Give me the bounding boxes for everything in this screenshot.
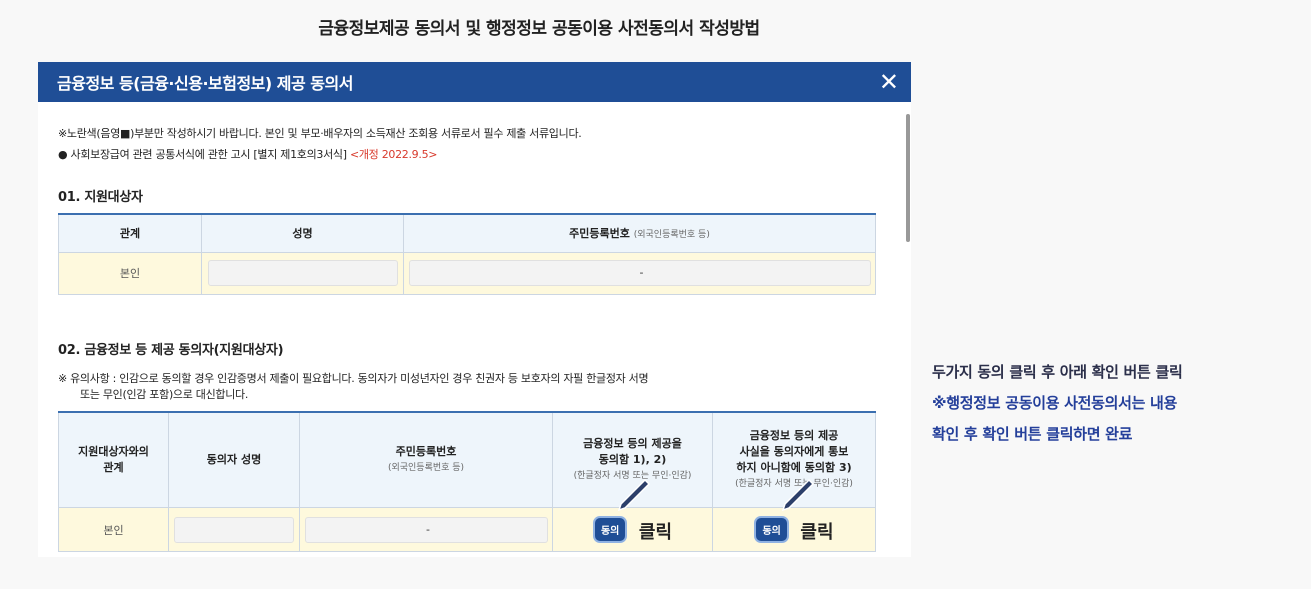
rrn-dash: - xyxy=(639,266,644,279)
modal-title: 금융정보 등(금융·신용·보험정보) 제공 동의서 xyxy=(57,74,353,93)
notice-law: ● 사회보장급여 관련 공통서식에 관한 고시 [별지 제1호의3서식] <개정… xyxy=(58,146,891,162)
modal-header: 금융정보 등(금융·신용·보험정보) 제공 동의서 ✕ xyxy=(38,62,911,102)
subject-table: 관계 성명 주민등록번호 (외국인등록번호 등) 본인 - xyxy=(58,213,876,295)
consent1-line2: 동의함 1), 2) xyxy=(598,452,667,466)
agree-provide-button[interactable]: 동의 xyxy=(592,515,628,543)
section2-title: 02. 금융정보 등 제공 동의자(지원대상자) xyxy=(58,342,284,358)
table-row: 본인 - xyxy=(58,251,876,295)
section1-title: 01. 지원대상자 xyxy=(58,190,143,205)
consent2-line2: 사실을 동의자에게 통보 xyxy=(739,444,849,458)
instruction-line1: 두가지 동의 클릭 후 아래 확인 버튼 클릭 xyxy=(932,363,1183,381)
consenter-name-input[interactable] xyxy=(174,516,294,543)
pen-cursor-icon xyxy=(617,478,651,512)
rrn-input[interactable]: - xyxy=(304,516,548,543)
page-heading: 금융정보제공 동의서 및 행정정보 공동이용 사전동의서 작성방법 xyxy=(318,19,760,39)
table-header-row: 관계 성명 주민등록번호 (외국인등록번호 등) xyxy=(58,213,876,253)
table-row: 본인 - 동의 클릭 동의 클릭 xyxy=(58,478,876,552)
name-cell xyxy=(201,251,404,295)
col-relation-line2: 관계 xyxy=(103,460,124,474)
consent-table: 지원대상자와의 관계 동의자 성명 주민등록번호 (외국인등록번호 등) 금융정… xyxy=(58,410,876,552)
close-icon[interactable]: ✕ xyxy=(879,70,899,94)
consent2-cell: 동의 클릭 xyxy=(712,478,876,552)
rrn-cell: - xyxy=(299,507,553,552)
scrollbar[interactable] xyxy=(906,114,910,242)
pen-cursor-icon xyxy=(781,478,815,512)
col-consenter-name: 동의자 성명 xyxy=(168,411,300,508)
col-rrn: 주민등록번호 (외국인등록번호 등) xyxy=(403,213,876,253)
consenter-name-cell xyxy=(168,507,300,552)
col-rrn-label: 주민등록번호 xyxy=(569,227,630,241)
col-name: 성명 xyxy=(201,213,404,253)
click-annotation: 클릭 xyxy=(800,521,834,543)
consent1-cell: 동의 클릭 xyxy=(552,478,713,552)
relation-cell: 본인 xyxy=(58,251,202,295)
consent-modal: 금융정보 등(금융·신용·보험정보) 제공 동의서 ✕ ※노란색(음영■)부분만… xyxy=(38,62,911,557)
relation-cell: 본인 xyxy=(58,507,169,552)
instruction-line3: 확인 후 확인 버튼 클릭하면 완료 xyxy=(932,425,1133,443)
caution-line2: 또는 무인(인감 포함)으로 대신합니다. xyxy=(80,387,249,401)
revision-date: <개정 2022.9.5> xyxy=(349,148,438,161)
col-relation: 지원대상자와의 관계 xyxy=(58,411,169,508)
notice-law-text: ● 사회보장급여 관련 공통서식에 관한 고시 [별지 제1호의3서식] xyxy=(58,148,347,161)
rrn-cell: - xyxy=(403,251,876,295)
caution-note: ※ 유의사항 : 인감으로 동의할 경우 인감증명서 제출이 필요합니다. 동의… xyxy=(58,371,891,403)
rrn-input[interactable]: - xyxy=(408,260,871,286)
name-input[interactable] xyxy=(207,260,398,286)
col-rrn-label: 주민등록번호 xyxy=(395,444,457,458)
rrn-dash: - xyxy=(426,522,430,536)
table-header-row: 지원대상자와의 관계 동의자 성명 주민등록번호 (외국인등록번호 등) 금융정… xyxy=(58,411,876,508)
notice-text: ※노란색(음영■)부분만 작성하시기 바랍니다. 본인 및 부모·배우자의 소득… xyxy=(58,127,582,140)
instruction-line2: ※행정정보 공동이용 사전동의서는 내용 xyxy=(932,394,1178,412)
caution-line1: ※ 유의사항 : 인감으로 동의할 경우 인감증명서 제출이 필요합니다. 동의… xyxy=(58,371,649,385)
modal-body: ※노란색(음영■)부분만 작성하시기 바랍니다. 본인 및 부모·배우자의 소득… xyxy=(38,125,911,552)
col-rrn: 주민등록번호 (외국인등록번호 등) xyxy=(299,411,553,508)
click-annotation: 클릭 xyxy=(638,521,673,543)
col-relation: 관계 xyxy=(58,213,202,253)
consent1-line1: 금융정보 등의 제공을 xyxy=(583,436,682,450)
col-relation-line1: 지원대상자와의 xyxy=(78,444,149,458)
consent2-line1: 금융정보 등의 제공 xyxy=(749,428,839,442)
agree-notify-button[interactable]: 동의 xyxy=(754,515,789,543)
consent2-line3: 하지 아니함에 동의함 3) xyxy=(736,460,852,474)
side-instructions: 두가지 동의 클릭 후 아래 확인 버튼 클릭 ※행정정보 공동이용 사전동의서… xyxy=(932,357,1183,450)
col-rrn-sub: (외국인등록번호 등) xyxy=(633,230,710,241)
col-rrn-sub: (외국인등록번호 등) xyxy=(387,462,465,473)
